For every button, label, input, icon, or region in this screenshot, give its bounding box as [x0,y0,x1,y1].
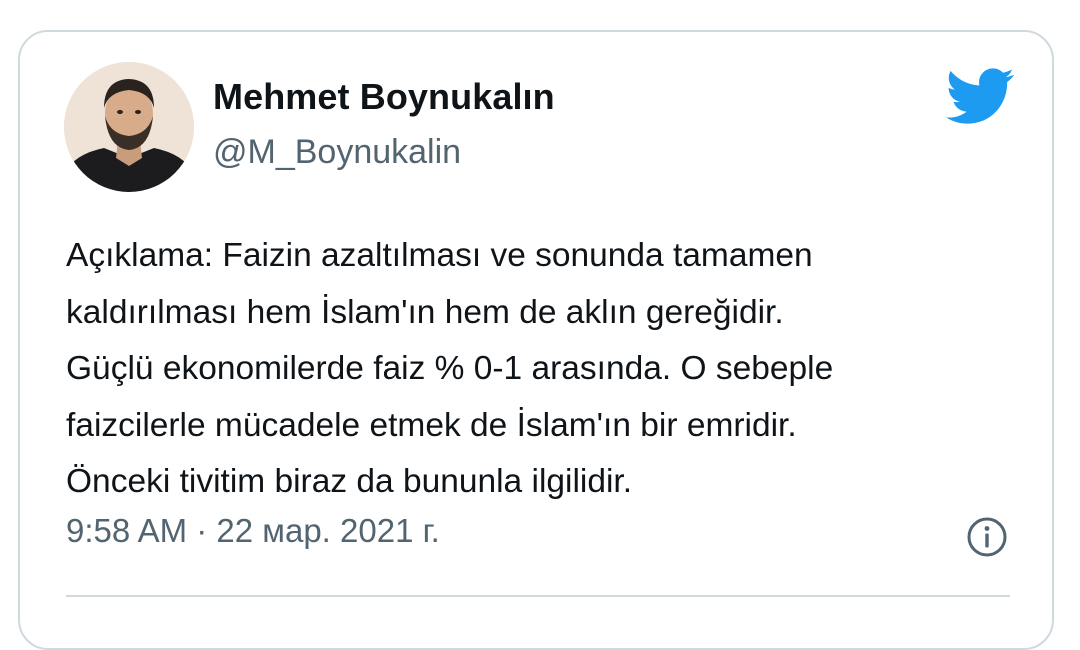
avatar[interactable] [64,62,194,192]
divider [66,595,1010,597]
tweet-text-line: Güçlü ekonomilerde faiz % 0-1 arasında. … [66,350,834,387]
tweet-text-line: Önceki tivitim biraz da bununla ilgilidi… [66,463,633,500]
tweet-text-line: Açıklama: Faizin azaltılması ve sonunda … [66,237,813,274]
twitter-bird-icon[interactable] [946,68,1015,124]
tweet-text-line: faizcilerle mücadele etmek de İslam'ın b… [66,406,797,444]
author-display-name[interactable]: Mehmet Boynukalın [213,76,555,118]
tweet-timestamp[interactable]: 9:58 AM · 22 мар. 2021 г. [66,512,440,550]
info-icon[interactable] [965,515,1009,559]
avatar-image [64,62,194,192]
tweet-text: Açıklama: Faizin azaltılması ve sonunda … [66,228,1026,511]
author-handle[interactable]: @M_Boynukalin [213,133,461,172]
tweet-card: Mehmet Boynukalın @M_Boynukalin Açıklama… [18,30,1054,650]
tweet-text-line: kaldırılması hem İslam'ın hem de aklın g… [66,293,784,331]
